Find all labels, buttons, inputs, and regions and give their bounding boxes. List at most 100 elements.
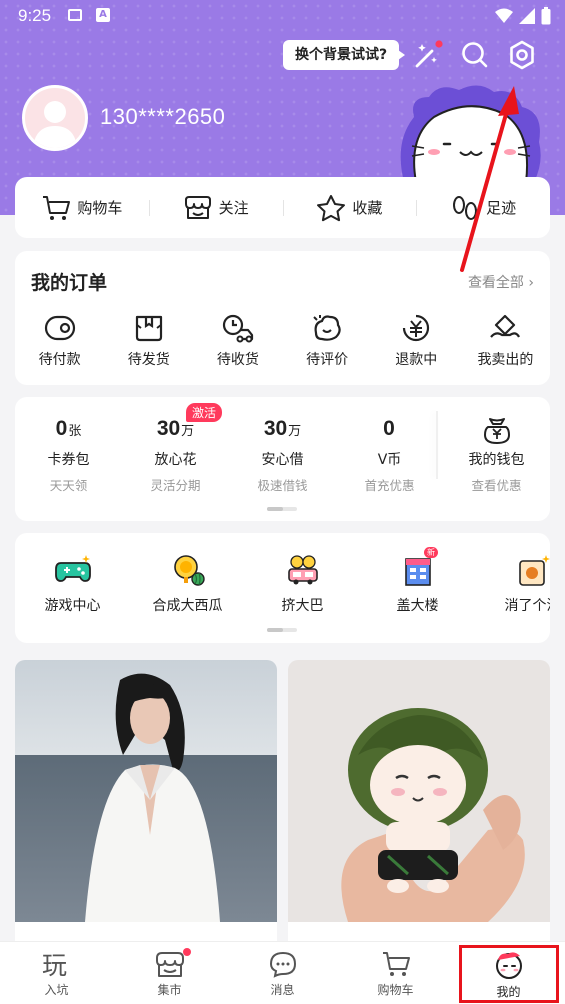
quick-link-history[interactable]: 足迹 — [416, 194, 550, 222]
feed-photo-plush[interactable] — [288, 660, 550, 922]
tab-profile[interactable]: 我的 — [452, 942, 565, 1004]
photo-woman-seaside — [15, 660, 277, 922]
wifi-icon — [495, 8, 513, 23]
feed-card-footer — [288, 922, 550, 942]
order-label: 我卖出的 — [477, 352, 534, 368]
tab-label: 消息 — [270, 983, 295, 997]
orders-title: 我的订单 — [31, 272, 108, 294]
game-label: 游戏中心 — [44, 598, 101, 614]
my-wallet[interactable]: 我的钱包 查看优惠 — [443, 417, 550, 494]
wallet-scroll-indicator — [267, 507, 297, 511]
wallet-number: 0 — [55, 417, 68, 440]
settings-icon[interactable] — [505, 38, 539, 72]
user-phone: 130****2650 — [100, 104, 226, 129]
game-label: 盖大楼 — [396, 598, 439, 614]
money-bag-icon — [483, 418, 510, 444]
svg-text:玩: 玩 — [42, 951, 67, 978]
view-all-orders-link[interactable]: 查看全部 › — [468, 272, 534, 292]
tab-cart[interactable]: 购物车 — [339, 942, 452, 1004]
games-row: 游戏中心 合成大西瓜 挤大巴 新 盖大楼 消了个消 — [15, 547, 550, 615]
signal-icon — [519, 8, 535, 24]
order-label: 待收货 — [216, 352, 259, 368]
wallet-divider — [436, 411, 438, 479]
wallet-card: 激活 0张 卡券包 天天领 30万 放心花 灵活分期 30万 安心借 极速借钱 … — [15, 397, 550, 521]
game-bus[interactable]: 挤大巴 — [245, 553, 360, 615]
game-label: 挤大巴 — [281, 598, 324, 614]
seal-mascot-icon — [400, 85, 541, 182]
market-icon — [155, 952, 184, 977]
mini-games-card: 游戏中心 合成大西瓜 挤大巴 新 盖大楼 消了个消 — [15, 533, 550, 643]
tab-messages[interactable]: 消息 — [226, 942, 339, 1004]
app-notification-icon: A — [96, 8, 110, 22]
wallet-unit: 万 — [181, 423, 195, 438]
quick-link-cart[interactable]: 购物车 — [15, 194, 149, 222]
order-pending-payment[interactable]: 待付款 — [15, 313, 104, 369]
game-center[interactable]: 游戏中心 — [15, 553, 130, 615]
refund-icon — [403, 314, 430, 342]
message-icon — [269, 951, 296, 978]
tile-match-icon — [518, 555, 550, 586]
wallet-unit: 张 — [68, 423, 82, 438]
feed-photo-woman[interactable] — [15, 660, 277, 922]
wallet-credit-loan[interactable]: 30万 安心借 极速借钱 — [229, 417, 336, 494]
footprint-icon — [453, 195, 478, 220]
wallet-number: 30 — [156, 417, 181, 440]
order-label: 待付款 — [38, 352, 81, 368]
game-tile-match[interactable]: 消了个消 — [475, 553, 550, 615]
quick-link-label: 收藏 — [352, 199, 383, 217]
wallet-v-coins[interactable]: 0 V币 首充优惠 — [336, 417, 443, 494]
search-icon[interactable] — [458, 38, 492, 72]
new-badge: 新 — [424, 547, 438, 558]
wallet-pay-icon — [44, 315, 75, 341]
wallet-label: 卡券包 — [47, 452, 90, 468]
wallet-sub: 查看优惠 — [471, 478, 522, 493]
order-pending-review[interactable]: 待评价 — [283, 313, 372, 369]
building-icon — [404, 558, 431, 586]
view-all-label: 查看全部 — [467, 275, 524, 291]
wallet-number: 30 — [263, 417, 288, 440]
feed-card-footer — [15, 922, 277, 942]
order-refunding[interactable]: 退款中 — [372, 313, 461, 369]
order-status-row: 待付款 待发货 待收货 待评价 退款中 我卖出的 — [15, 313, 550, 369]
order-label: 待发货 — [127, 352, 170, 368]
star-icon — [317, 194, 346, 221]
wallet-sub: 极速借钱 — [257, 478, 308, 493]
package-icon — [135, 315, 162, 342]
status-bar: 9:25 A — [0, 0, 565, 32]
game-building[interactable]: 新 盖大楼 — [360, 547, 475, 615]
wallet-coupons[interactable]: 0张 卡券包 天天领 — [15, 417, 122, 494]
order-pending-receipt[interactable]: 待收货 — [193, 313, 282, 369]
order-label: 退款中 — [395, 352, 438, 368]
tab-label: 我的 — [496, 985, 521, 999]
tab-market[interactable]: 集市 — [113, 942, 226, 1004]
wallet-value: 0张 — [56, 417, 82, 445]
quick-link-favorites[interactable]: 收藏 — [282, 194, 417, 222]
wallet-unit: 万 — [288, 423, 302, 438]
wallet-value: 30万 — [264, 417, 301, 445]
photo-plush-doll — [288, 660, 550, 922]
wallet-row: 0张 卡券包 天天领 30万 放心花 灵活分期 30万 安心借 极速借钱 0 V… — [15, 417, 550, 494]
quick-link-label: 足迹 — [486, 199, 517, 217]
order-label: 待评价 — [306, 352, 349, 368]
avatar[interactable] — [22, 85, 88, 151]
game-watermelon[interactable]: 合成大西瓜 — [130, 553, 245, 615]
wallet-number: 0 — [383, 417, 395, 440]
status-time: 9:25 — [18, 6, 52, 25]
wallet-value: 0 — [383, 417, 396, 445]
tab-label: 入坑 — [44, 983, 69, 997]
wallet-label: V币 — [377, 452, 402, 468]
quick-link-label: 购物车 — [77, 199, 123, 217]
wallet-sub: 首充优惠 — [364, 478, 415, 493]
order-pending-shipment[interactable]: 待发货 — [104, 313, 193, 369]
order-sold[interactable]: 我卖出的 — [461, 313, 550, 369]
quick-links-card: 购物车 关注 收藏 足迹 — [15, 177, 550, 238]
gamepad-icon — [54, 555, 91, 582]
tab-rukeng[interactable]: 玩 入坑 — [0, 942, 113, 1004]
wallet-credit-spend[interactable]: 30万 放心花 灵活分期 — [122, 417, 229, 494]
quick-link-follow[interactable]: 关注 — [148, 194, 283, 222]
change-background-tip[interactable]: 换个背景试试? — [283, 40, 406, 70]
sold-icon — [490, 314, 521, 338]
magic-wand-icon[interactable] — [410, 38, 444, 72]
market-notification-dot — [183, 948, 191, 956]
watermelon-icon — [173, 555, 205, 586]
